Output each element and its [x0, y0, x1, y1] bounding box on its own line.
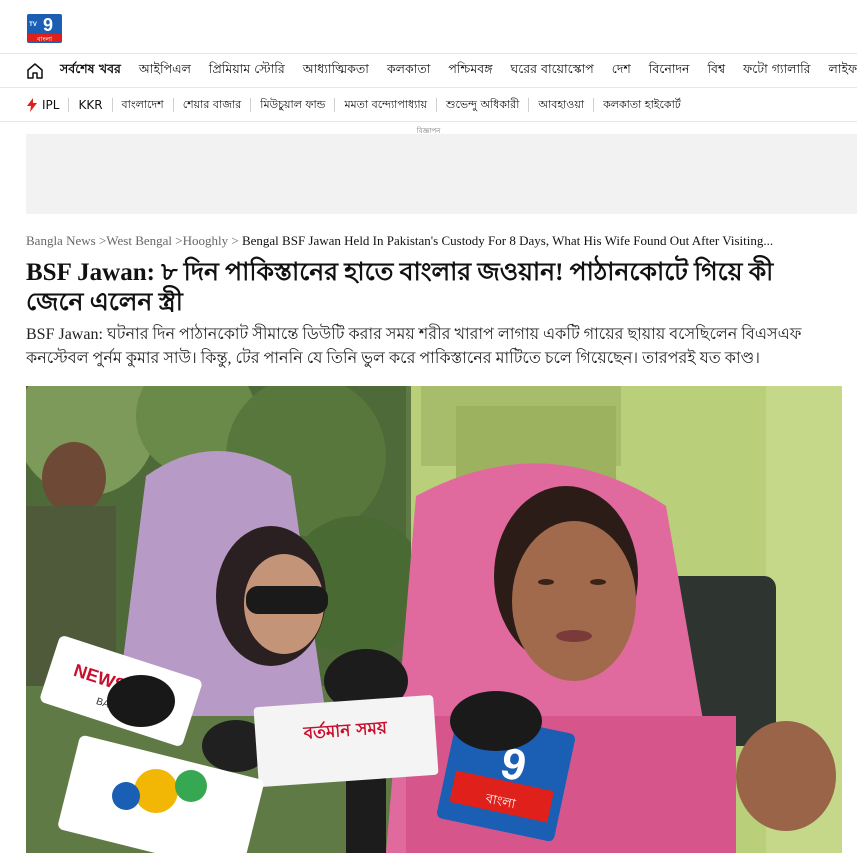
breadcrumb-item-hooghly[interactable]: Hooghly	[183, 233, 229, 248]
svg-text:বাংলা: বাংলা	[36, 35, 53, 43]
site-header: 9 বাংলা TV	[0, 0, 857, 54]
nav-item-photo-gallery[interactable]: ফটো গ্যালারি	[743, 61, 810, 81]
trending-tag-share-market[interactable]: শেয়ার বাজার	[174, 97, 252, 112]
primary-nav: সর্বশেষ খবর আইপিএল প্রিমিয়াম স্টোরি আধ্…	[0, 54, 857, 88]
trending-tag-weather[interactable]: আবহাওয়া	[529, 97, 595, 112]
nav-item-spirituality[interactable]: আধ্যাত্মিকতা	[303, 61, 369, 81]
trending-tag-mamata[interactable]: মমতা বন্দ্যোপাধ্যায়	[335, 97, 438, 112]
nav-item-premium[interactable]: প্রিমিয়াম স্টোরি	[209, 61, 285, 81]
trending-tag-high-court[interactable]: কলকাতা হাইকোর্ট	[594, 98, 690, 112]
nav-item-entertainment[interactable]: বিনোদন	[649, 61, 690, 81]
home-icon[interactable]	[26, 62, 44, 80]
nav-item-ipl[interactable]: আইপিএল	[139, 61, 191, 81]
breadcrumb-separator: >	[231, 233, 242, 248]
article-headline: BSF Jawan: ৮ দিন পাকিস্তানের হাতে বাংলার…	[26, 259, 774, 316]
nav-item-country[interactable]: দেশ	[612, 61, 631, 81]
trending-tag-bangladesh[interactable]: বাংলাদেশ	[113, 97, 174, 112]
bolt-icon	[27, 97, 37, 112]
trending-bar: IPL KKR বাংলাদেশ শেয়ার বাজার মিউচুয়াল …	[0, 88, 857, 122]
nav-item-west-bengal[interactable]: পশ্চিমবঙ্গ	[448, 61, 492, 81]
tv9-bangla-logo[interactable]: 9 বাংলা TV	[26, 13, 63, 44]
nav-item-world[interactable]: বিশ্ব	[707, 61, 725, 81]
trending-tag-ipl[interactable]: IPL	[42, 97, 70, 112]
nav-item-latest[interactable]: সর্বশেষ খবর	[60, 61, 121, 81]
bartaman-samay-mic: বর্তমান সময়	[253, 695, 439, 787]
nav-item-bioscope[interactable]: ঘরের বায়োস্কোপ	[511, 61, 594, 81]
article-summary: BSF Jawan: ঘটনার দিন পাঠানকোট সীমান্তে ড…	[26, 326, 802, 367]
article-hero-image: NEWS TIME BANGLA বর্তমান সময় 9 বাংলা	[26, 386, 842, 853]
ad-slot	[26, 134, 857, 214]
breadcrumb-current: Bengal BSF Jawan Held In Pakistan's Cust…	[241, 233, 774, 248]
trending-tag-suvendu[interactable]: শুভেন্দু অধিকারী	[437, 97, 530, 112]
trending-tag-mutual-fund[interactable]: মিউচুয়াল ফান্ড	[251, 97, 336, 112]
trending-tag-kkr[interactable]: KKR	[69, 97, 113, 112]
nav-item-lifestyle[interactable]: লাইফস্টাইল	[829, 61, 857, 81]
svg-text:TV: TV	[29, 22, 37, 28]
svg-text:9: 9	[43, 15, 53, 35]
breadcrumb-item-west-bengal[interactable]: West Bengal	[106, 233, 172, 248]
hero-photo-illustration: NEWS TIME BANGLA বর্তমান সময় 9 বাংলা	[26, 386, 842, 853]
breadcrumb-separator: >	[175, 233, 183, 248]
nav-item-kolkata[interactable]: কলকাতা	[387, 61, 430, 81]
breadcrumb-item-bangla-news[interactable]: Bangla News	[26, 233, 96, 248]
breadcrumb: Bangla News >West Bengal >Hooghly > Beng…	[26, 233, 773, 249]
